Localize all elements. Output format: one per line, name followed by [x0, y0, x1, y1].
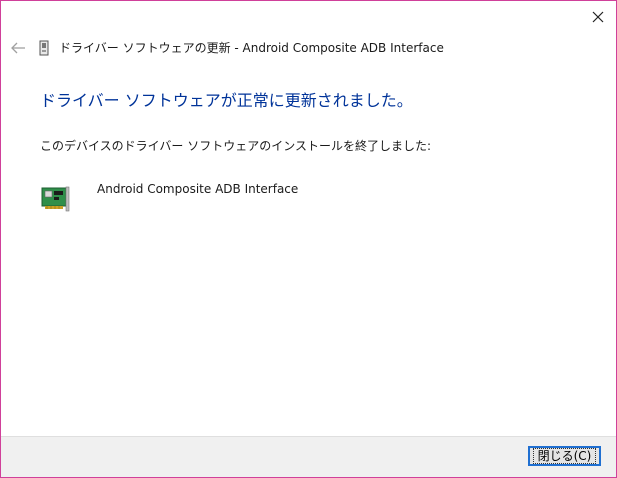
usb-device-icon: [39, 40, 49, 56]
network-card-icon: [41, 186, 70, 212]
close-icon: [592, 11, 604, 23]
back-arrow-icon: [11, 42, 25, 54]
success-heading: ドライバー ソフトウェアが正常に更新されました。: [40, 91, 413, 110]
window-title: ドライバー ソフトウェアの更新 - Android Composite ADB …: [59, 41, 444, 55]
device-name: Android Composite ADB Interface: [97, 182, 299, 196]
dialog-footer: 閉じる(C): [1, 436, 616, 477]
install-complete-message: このデバイスのドライバー ソフトウェアのインストールを終了しました:: [40, 139, 432, 153]
close-button[interactable]: 閉じる(C): [528, 446, 601, 466]
window-close-button[interactable]: [581, 4, 615, 30]
dialog-window: ドライバー ソフトウェアの更新 - Android Composite ADB …: [0, 0, 617, 478]
close-button-label: 閉じる(C): [532, 448, 597, 464]
back-button[interactable]: [7, 37, 29, 59]
